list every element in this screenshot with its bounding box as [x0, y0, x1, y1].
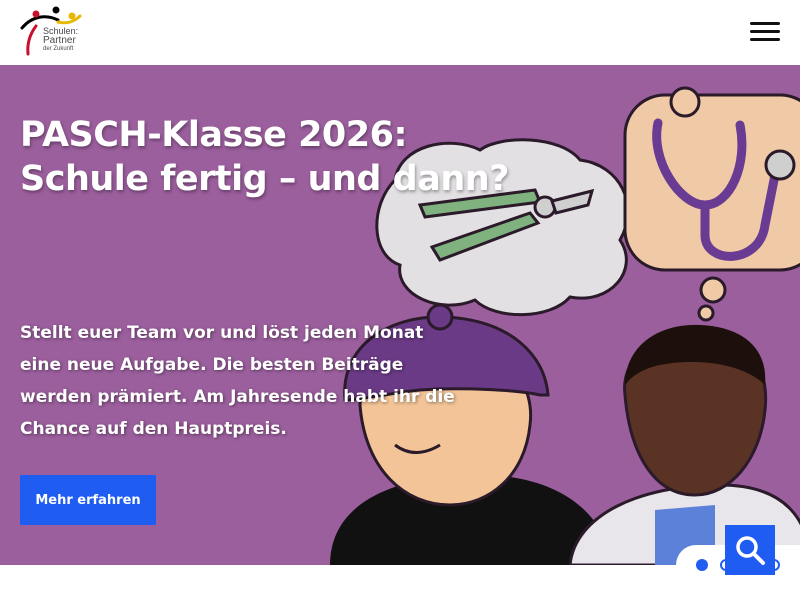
more-info-button[interactable]: Mehr erfahren	[20, 475, 156, 525]
menu-bar	[750, 30, 780, 33]
hero-headline-line-2: Schule fertig – und dann?	[20, 159, 509, 199]
hero-intro-text: Stellt euer Team vor und löst jeden Mona…	[20, 323, 455, 439]
search-button[interactable]	[725, 525, 775, 575]
hamburger-menu-icon[interactable]	[750, 22, 780, 42]
bubble-puff	[669, 86, 701, 118]
search-icon	[736, 536, 765, 565]
logo-line-2: Partner	[43, 35, 76, 46]
logo-line-3: der Zukunft	[43, 46, 74, 52]
menu-bar	[750, 38, 780, 41]
site-header: Schulen: Partner der Zukunft	[0, 0, 800, 66]
stethoscope-bubble-tail	[699, 276, 727, 304]
stethoscope-bubble-tail	[697, 304, 715, 322]
hero-headline-line-1: PASCH-Klasse 2026:	[20, 115, 407, 155]
site-logo[interactable]: Schulen: Partner der Zukunft	[18, 6, 88, 58]
carousel-dot-1[interactable]	[696, 559, 708, 571]
menu-bar	[750, 22, 780, 25]
hero-headline: PASCH-Klasse 2026: Schule fertig – und d…	[20, 113, 540, 201]
hero-slide: PASCH-Klasse 2026: Schule fertig – und d…	[0, 65, 800, 565]
logo-wordmark: Schulen: Partner der Zukunft	[43, 26, 78, 53]
